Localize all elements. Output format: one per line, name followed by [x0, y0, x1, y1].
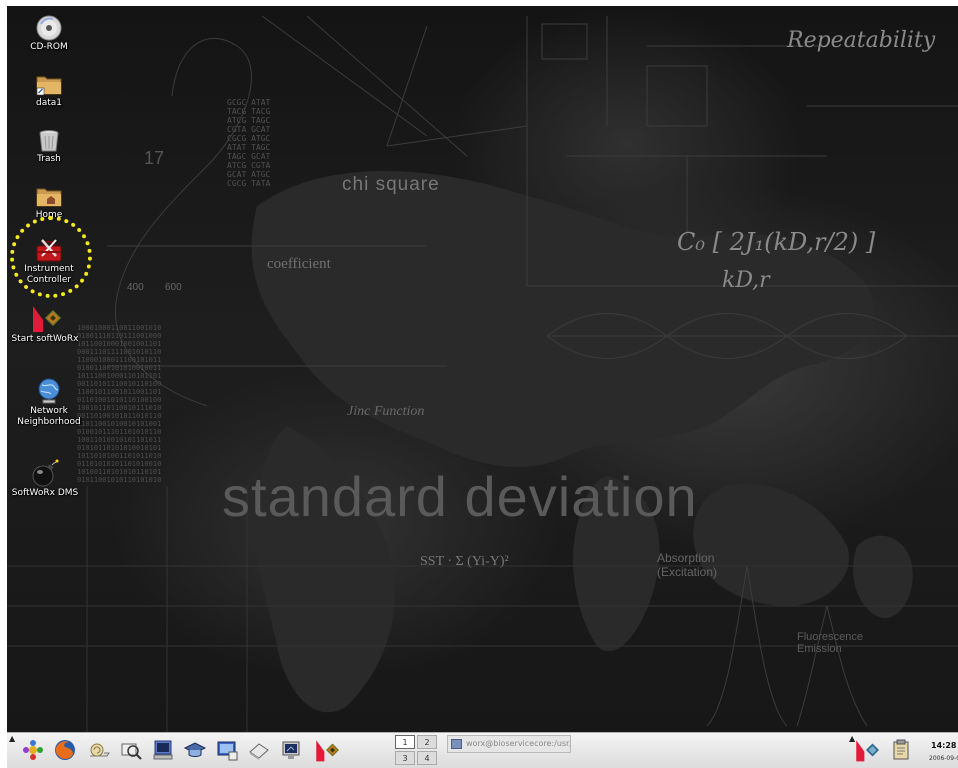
- monitor-icon[interactable]: [279, 738, 303, 762]
- desktop-icon-network-neighborhood[interactable]: Network Neighborhood: [9, 376, 89, 428]
- softworx-tray-icon[interactable]: [853, 737, 879, 763]
- clock-date: 2006-09-0: [929, 755, 958, 762]
- desktop-icon-softworx-dms[interactable]: SoftWoRx DMS: [7, 458, 90, 499]
- desktop-icon-label: Start softWoRx: [11, 334, 79, 344]
- desktop-icon-data1[interactable]: data1: [9, 70, 89, 109]
- desktop-icon-label-line2: Controller: [26, 275, 72, 285]
- desktop-icon[interactable]: [215, 738, 239, 762]
- folder-icon: [36, 76, 62, 96]
- desktop-icon-label-line1: Network: [30, 406, 68, 416]
- taskbar-window-title: worx@bioservicecore:/usr/loc: [466, 739, 570, 748]
- home-folder-icon: [36, 188, 62, 207]
- desktop-icon-label: SoftWoRx DMS: [11, 488, 79, 498]
- desktop-icon-start-softworx[interactable]: Start softWoRx: [7, 302, 90, 345]
- firefox-icon[interactable]: [53, 738, 77, 762]
- clock-time[interactable]: 14:28: [931, 741, 956, 750]
- desktop: GCGC ATAT TACG TACG ATCG TAGC CGTA GCAT …: [7, 6, 958, 732]
- terminal-icon[interactable]: [151, 738, 175, 762]
- toolbox-icon: [36, 239, 62, 262]
- softworx-icon: [33, 306, 61, 332]
- bomb-icon: [32, 459, 59, 487]
- wallpaper-graphics: [7, 15, 958, 732]
- pager-desktop-2[interactable]: 2: [417, 735, 437, 749]
- pager-desktop-3[interactable]: 3: [395, 751, 415, 765]
- cdrom-icon: [36, 15, 62, 41]
- desktop-icon-cdrom[interactable]: CD-ROM: [9, 14, 89, 53]
- desktop-icon-label-line1: Instrument: [24, 264, 74, 274]
- snail-icon[interactable]: [87, 738, 111, 762]
- education-icon[interactable]: [183, 738, 207, 762]
- desktop-icon-trash[interactable]: Trash: [9, 126, 89, 165]
- magnifier-icon[interactable]: [119, 738, 143, 762]
- softworx-launcher-icon[interactable]: [313, 737, 339, 763]
- clipboard-icon[interactable]: [891, 739, 911, 761]
- taskbar-window-button[interactable]: worx@bioservicecore:/usr/loc: [447, 735, 571, 753]
- desktop-icon-label: data1: [36, 98, 62, 108]
- desktop-icon-label: CD-ROM: [30, 42, 68, 52]
- kde-menu-icon[interactable]: [21, 738, 45, 762]
- network-icon: [38, 378, 60, 404]
- taskbar-left-arrow-icon[interactable]: ▲: [9, 734, 15, 743]
- trash-icon: [39, 130, 59, 152]
- pager-desktop-4[interactable]: 4: [417, 751, 437, 765]
- desktop-icon-instrument-controller[interactable]: Instrument Controller: [9, 236, 89, 286]
- taskbar: ▲ 1 2 3 4 worx@bioservicecore:/usr ▲ 14:…: [7, 732, 958, 768]
- eraser-icon[interactable]: [247, 738, 271, 762]
- desktop-icon-label-line2: Neighborhood: [17, 417, 81, 427]
- window-icon: [451, 739, 462, 749]
- pager-desktop-1[interactable]: 1: [395, 735, 415, 749]
- desktop-icon-label: Trash: [37, 154, 61, 164]
- desktop-pager: 1 2 3 4: [395, 735, 439, 766]
